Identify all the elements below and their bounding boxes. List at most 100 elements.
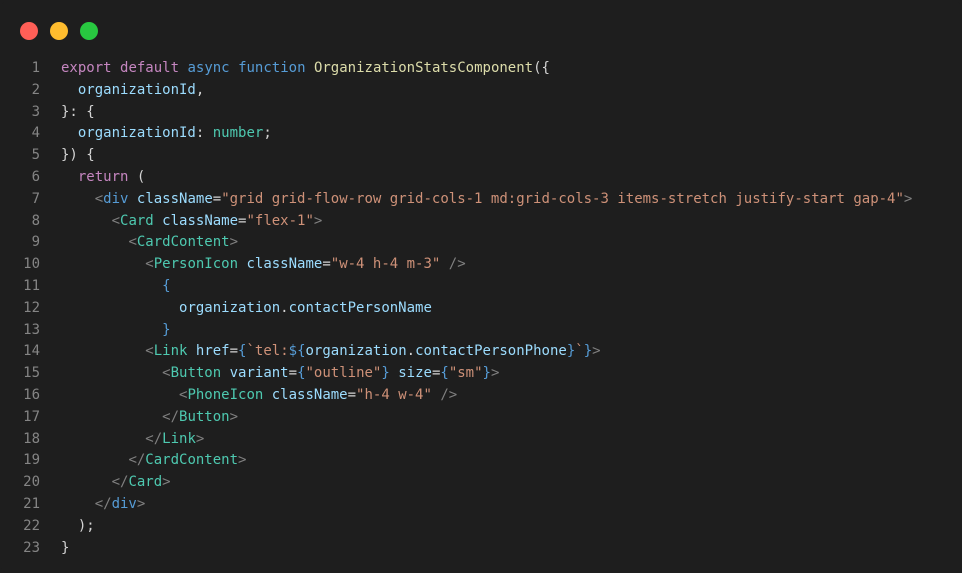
code-token: export [61,60,112,76]
line-number: 2 [31,81,40,98]
code-token: async [187,60,230,76]
code-editor[interactable]: 1 export default async function Organizat… [0,58,962,559]
code-token: . [406,343,416,360]
code-line: 10 <PersonIcon className="w-4 h-4 m-3" /… [0,254,962,276]
code-token: "h-4 w-4" [356,386,432,403]
code-text: </CardContent> [61,450,962,472]
code-token: < [128,234,137,251]
code-token: Link [162,430,196,447]
code-text: <PersonIcon className="w-4 h-4 m-3" /> [61,254,962,276]
code-token: ` [575,343,584,360]
code-line: 9 <CardContent> [0,232,962,254]
close-button[interactable] [20,22,38,40]
code-token: href [195,343,230,360]
line-number: 11 [23,277,40,294]
code-token: contactPersonPhone [415,343,567,360]
code-token: "grid grid-flow-row grid-cols-1 md:grid-… [221,190,904,207]
line-number: 5 [31,147,40,164]
code-token: className [136,190,213,207]
line-number: 16 [23,386,40,403]
code-token: ; [263,125,272,142]
code-token: < [162,365,171,382]
line-number: 14 [23,343,40,360]
line-number: 6 [31,168,40,185]
code-token: </ [128,452,146,469]
code-token: CardContent [136,234,230,251]
code-token: < [111,212,121,229]
code-token: > [229,408,239,425]
code-token: = [347,386,357,403]
code-token: organizationId [77,125,196,142]
code-token: "w-4 h-4 m-3" [330,256,441,273]
code-text: } [61,320,962,342]
code-token: "flex-1" [246,212,314,229]
code-token: Link [153,343,188,360]
line-number: 17 [23,408,40,425]
line-number: 9 [31,234,40,251]
code-token: }) { [61,147,95,164]
code-token: Card [128,474,163,491]
line-number: 3 [31,103,40,120]
code-text: <CardContent> [61,232,962,254]
line-number: 4 [31,125,40,142]
minimize-button[interactable] [50,22,68,40]
code-text: ); [61,516,962,538]
code-window: 1 export default async function Organizat… [0,0,962,573]
code-token: `tel: [246,343,289,360]
code-text: }) { [61,145,962,167]
code-token: CardContent [145,452,239,469]
code-token: : [195,125,213,142]
code-line: 16 <PhoneIcon className="h-4 w-4" /> [0,385,962,407]
code-line: 8 <Card className="flex-1"> [0,211,962,233]
line-number: 23 [23,539,40,556]
code-token: < [145,256,154,273]
line-number: 7 [31,190,40,207]
code-line: 12 organization.contactPersonName [0,298,962,320]
code-line: 5 }) { [0,145,962,167]
code-line: 18 </Link> [0,429,962,451]
code-token: </ [162,408,180,425]
code-token: number [212,125,264,142]
code-text: </div> [61,494,962,516]
code-text: <PhoneIcon className="h-4 w-4" /> [61,385,962,407]
code-line: 21 </div> [0,494,962,516]
code-token: > [313,212,323,229]
maximize-button[interactable] [80,22,98,40]
code-token: < [94,190,104,207]
code-token: = [212,190,222,207]
code-text: <Button variant={"outline"} size={"sm"}> [61,363,962,385]
code-line: 11 { [0,276,962,298]
code-line: 20 </Card> [0,472,962,494]
code-token: } [162,321,171,338]
code-token: , [195,81,205,98]
code-token: div [111,495,137,512]
line-number: 21 [23,495,40,512]
code-text: organizationId: number; [61,123,962,145]
code-token: </ [145,430,163,447]
code-token: </ [94,495,112,512]
line-number: 18 [23,430,40,447]
code-token: { [162,277,171,294]
code-token: ); [61,517,95,534]
line-number: 15 [23,365,40,382]
code-token: function [238,60,306,76]
code-text: <Link href={`tel:${organization.contactP… [61,341,962,363]
code-token: className [246,256,323,273]
